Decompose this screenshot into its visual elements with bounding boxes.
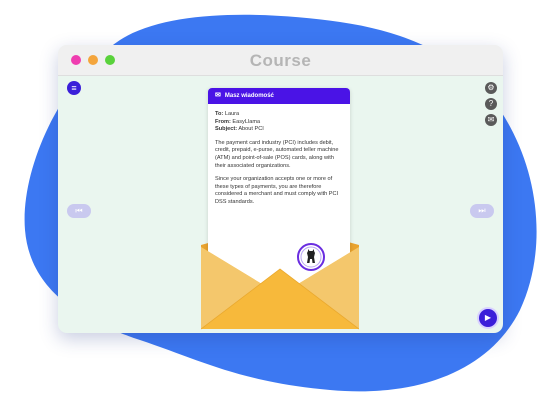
- subject-row: Subject: About PCI: [215, 126, 264, 132]
- message-body: To: Laura From: EasyLlama Subject: About…: [208, 104, 350, 207]
- to-value: Laura: [224, 111, 240, 117]
- skip-back-icon[interactable]: ⏮: [67, 204, 91, 218]
- menu-icon[interactable]: ≡: [67, 81, 81, 95]
- gear-icon[interactable]: ⚙: [485, 82, 497, 94]
- skip-forward-icon[interactable]: ⏭: [470, 204, 494, 218]
- from-value: EasyLlama: [232, 118, 261, 125]
- from-row: From: EasyLlama: [215, 119, 260, 125]
- to-row: To: Laura: [215, 111, 239, 117]
- llama-seal-icon: [297, 243, 325, 271]
- subject-label: Subject:: [215, 126, 238, 133]
- to-label: To:: [215, 111, 224, 117]
- envelope-front: [201, 247, 359, 330]
- message-paragraph-2: Since your organization accepts one or m…: [215, 176, 339, 205]
- message-header-label: Masz wiadomość: [224, 93, 274, 99]
- question-icon[interactable]: ?: [485, 98, 497, 110]
- subject-value: About PCI: [238, 126, 264, 133]
- from-label: From:: [215, 118, 231, 125]
- message-header: ✉ Masz wiadomość: [208, 88, 350, 104]
- mail-icon: ✉: [215, 92, 221, 99]
- chat-icon[interactable]: ✉: [485, 114, 497, 126]
- play-icon[interactable]: ▶: [479, 309, 497, 327]
- title-bar: Course: [58, 45, 503, 76]
- message-paragraph-1: The payment card industry (PCI) includes…: [215, 139, 339, 169]
- window-title: Course: [249, 51, 312, 70]
